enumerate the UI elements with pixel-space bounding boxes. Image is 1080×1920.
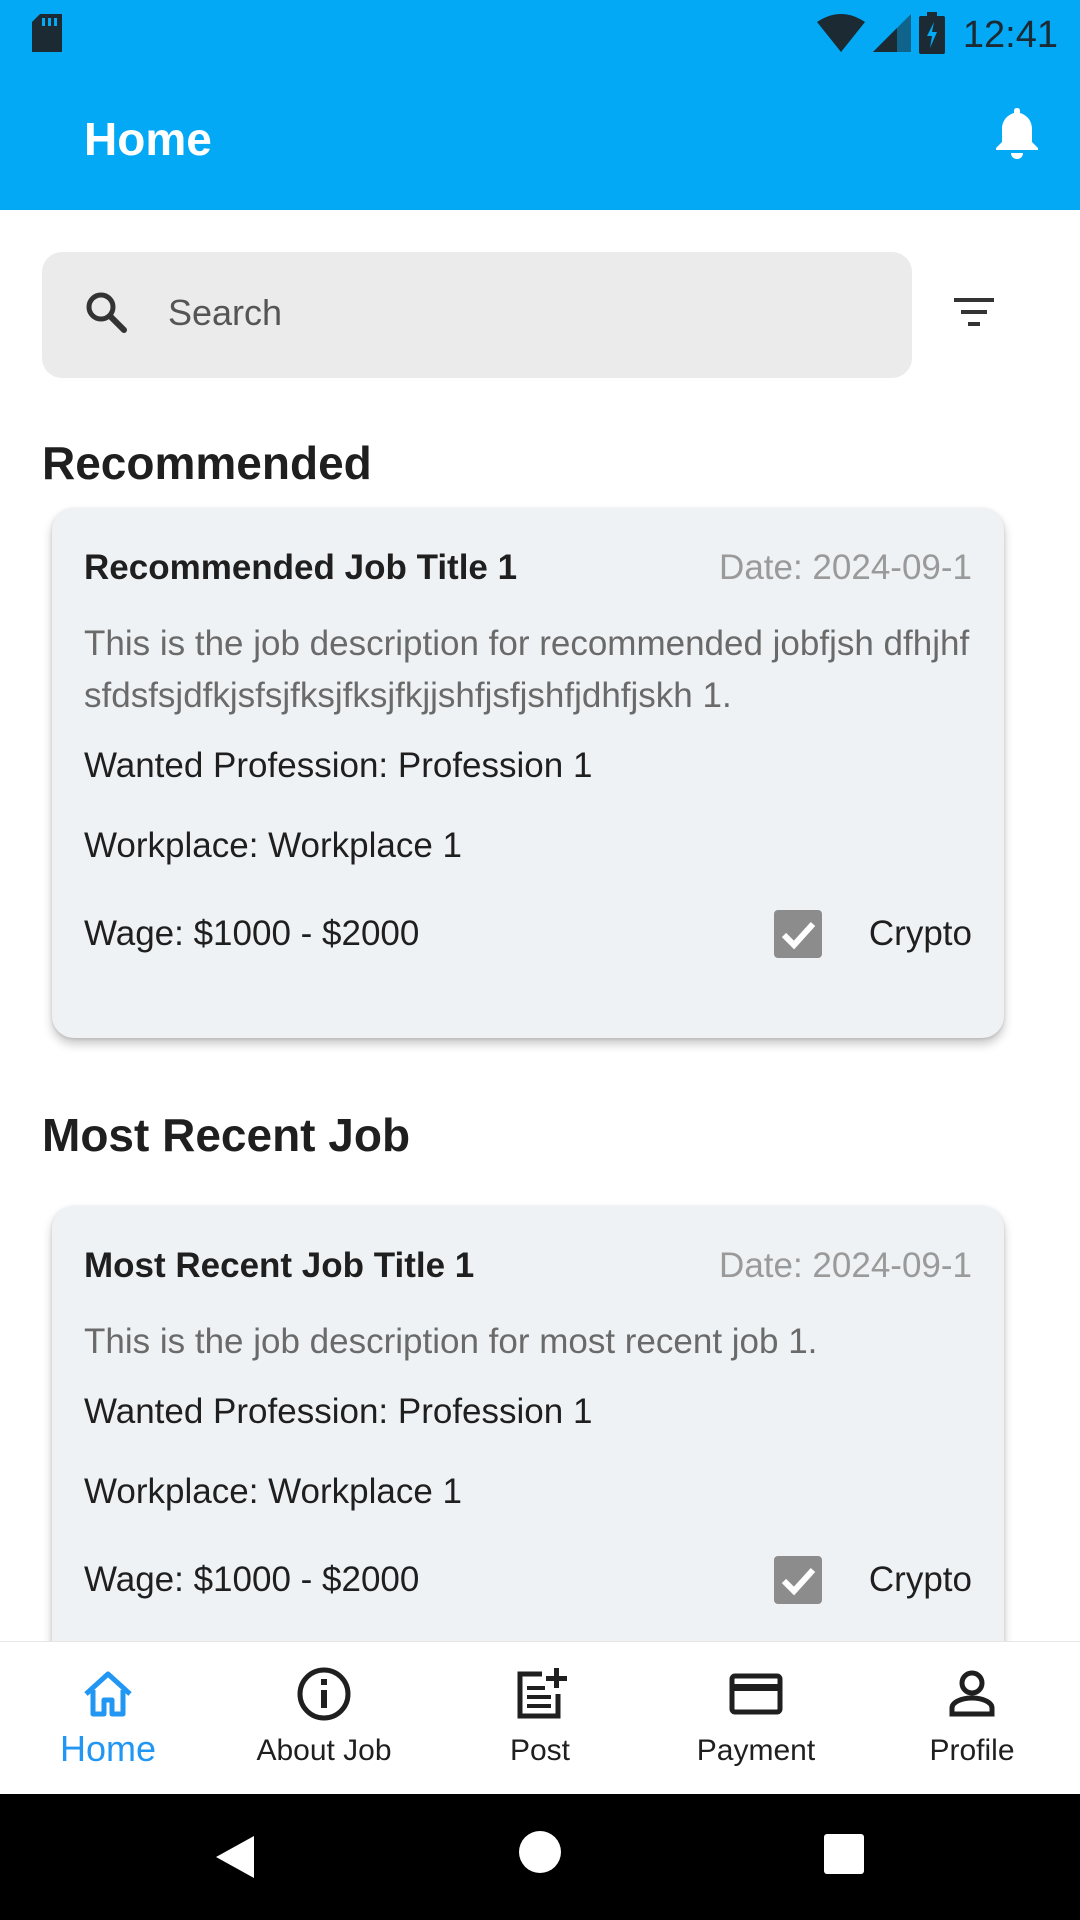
job-workplace: Workplace: Workplace 1 (84, 1472, 463, 1511)
job-profession: Wanted Profession: Profession 1 (84, 746, 593, 785)
nav-item-profile[interactable]: Profile (864, 1642, 1080, 1795)
crypto-label: Crypto (868, 914, 972, 953)
job-date: Date: 2024-09-1 (719, 548, 972, 587)
job-profession: Wanted Profession: Profession 1 (84, 1392, 593, 1431)
nav-label-profile: Profile (929, 1734, 1015, 1767)
status-bar: 12:41 (0, 0, 1080, 66)
job-description: This is the job description for recommen… (84, 624, 970, 715)
status-time: 12:41 (962, 14, 1058, 56)
nav-label-post: Post (509, 1734, 571, 1767)
job-wage: Wage: $1000 - $2000 (84, 1560, 420, 1599)
search-bar[interactable]: Search (42, 252, 912, 378)
nav-item-home[interactable]: Home (0, 1642, 216, 1795)
nav-label-home: Home (59, 1728, 157, 1769)
crypto-checkbox[interactable] (774, 910, 822, 958)
recommended-job-card[interactable]: Recommended Job Title 1 Date: 2024-09-1 … (52, 508, 1004, 1038)
check-icon (781, 1567, 816, 1596)
recommended-heading: Recommended (42, 437, 372, 489)
recents-icon[interactable] (824, 1834, 864, 1879)
job-wage: Wage: $1000 - $2000 (84, 914, 420, 953)
crypto-checkbox[interactable] (774, 1556, 822, 1604)
check-icon (781, 921, 816, 950)
system-navigation-bar (0, 1794, 1080, 1920)
bottom-navigation: Home About Job Post Payment Profile (0, 1641, 1080, 1794)
nav-item-about-job[interactable]: About Job (216, 1642, 432, 1795)
most-recent-heading: Most Recent Job (42, 1109, 411, 1161)
signal-icon (872, 14, 911, 57)
info-icon (296, 1666, 352, 1727)
home-circle-icon[interactable] (518, 1830, 562, 1879)
search-input[interactable]: Search (168, 292, 282, 334)
post-add-icon (512, 1666, 568, 1727)
job-date: Date: 2024-09-1 (719, 1246, 972, 1285)
filter-icon[interactable] (950, 294, 1002, 339)
nav-item-payment[interactable]: Payment (648, 1642, 864, 1795)
nav-item-post[interactable]: Post (432, 1642, 648, 1795)
job-workplace: Workplace: Workplace 1 (84, 826, 463, 865)
search-icon (84, 290, 128, 339)
credit-card-icon (728, 1666, 784, 1727)
home-icon (80, 1666, 136, 1727)
job-description: This is the job description for most rec… (84, 1322, 818, 1361)
battery-icon (918, 12, 945, 59)
job-title: Recommended Job Title 1 (84, 548, 518, 587)
sd-card-icon (32, 14, 62, 57)
crypto-label: Crypto (868, 1560, 972, 1599)
page-title: Home (84, 113, 212, 165)
nav-label-about-job: About Job (256, 1734, 392, 1767)
job-title: Most Recent Job Title 1 (84, 1246, 475, 1285)
bell-icon[interactable] (994, 106, 1040, 165)
person-icon (944, 1666, 1000, 1727)
most-recent-job-card[interactable]: Most Recent Job Title 1 Date: 2024-09-1 … (52, 1206, 1004, 1686)
back-icon[interactable] (214, 1834, 256, 1885)
wifi-icon (816, 14, 865, 57)
nav-label-payment: Payment (696, 1734, 816, 1767)
app-bar: Home (0, 66, 1080, 210)
